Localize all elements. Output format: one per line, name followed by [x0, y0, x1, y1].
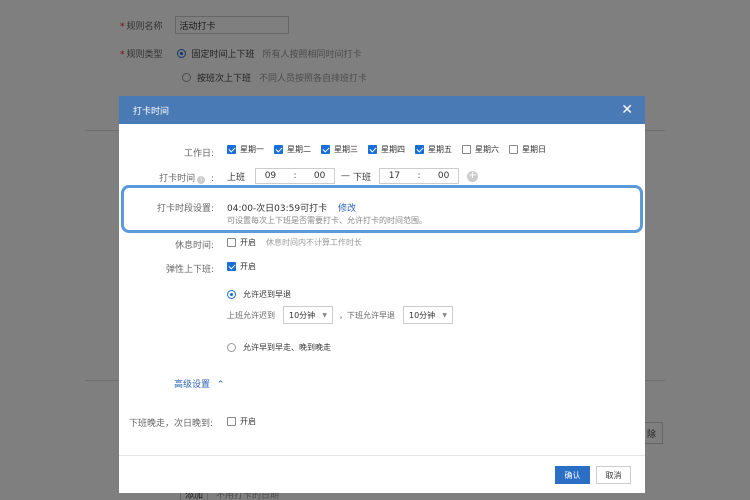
- punch-time-label: 打卡时间: [159, 174, 196, 184]
- allow-late-early-option[interactable]: 允许迟到早退: [227, 289, 291, 300]
- early-value: 10分钟: [409, 310, 436, 320]
- period-edit-link[interactable]: 修改: [338, 204, 356, 214]
- chevron-up-icon: ⌃: [216, 380, 225, 390]
- flex-checkbox[interactable]: 开启: [227, 261, 256, 272]
- rest-label: 休息时间:: [174, 241, 214, 251]
- offwork-toggle-label: 开启: [240, 417, 256, 426]
- offwork-checkbox-box[interactable]: [227, 417, 236, 426]
- early-select[interactable]: 10分钟 ▼: [403, 306, 453, 324]
- flex-checkbox-box[interactable]: [227, 262, 236, 271]
- time-colon: :: [417, 171, 421, 181]
- offwork-label: 下班晚走，次日晚到:: [129, 419, 214, 429]
- punch-time-colon: :: [210, 174, 214, 184]
- weekday-label: 星期三: [334, 145, 358, 154]
- late-value: 10分钟: [289, 310, 316, 320]
- flex-label: 弹性上下班:: [165, 265, 214, 275]
- off-duty-label: 下班: [353, 172, 372, 183]
- punch-time-label-wrap: 打卡时间 i :: [139, 171, 214, 184]
- period-value: 04:00-次日03:59可打卡: [227, 204, 328, 214]
- modal-title: 打卡时间: [133, 106, 170, 117]
- on-hour[interactable]: 09: [265, 171, 276, 181]
- modal-header: 打卡时间 ✕: [119, 96, 645, 124]
- rest-checkbox[interactable]: 开启: [227, 237, 256, 248]
- late-select[interactable]: 10分钟 ▼: [283, 306, 333, 324]
- confirm-button[interactable]: 确认: [555, 466, 590, 484]
- advanced-label: 高级设置: [174, 380, 211, 390]
- weekday-checkbox[interactable]: 星期一: [227, 144, 264, 155]
- weekday-label: 星期日: [522, 145, 546, 154]
- modal-footer: 确认 取消: [119, 455, 645, 493]
- off-duty-time-input[interactable]: 17 : 00: [379, 168, 460, 184]
- weekday-checkbox[interactable]: 星期六: [462, 144, 499, 155]
- on-minute[interactable]: 00: [314, 171, 325, 181]
- allow-early-late-label: 允许早到早走、晚到晚走: [243, 343, 331, 352]
- weekday-checkbox[interactable]: 星期四: [368, 144, 405, 155]
- rest-row: 开启 休息时间内不计算工作时长: [227, 237, 362, 248]
- early-label: ，下班允许早退: [339, 310, 395, 320]
- allow-late-early-label: 允许迟到早退: [243, 290, 291, 299]
- chevron-down-icon: ▼: [322, 311, 327, 319]
- offwork-row: 开启: [227, 416, 266, 429]
- weekday-checkbox-box[interactable]: [227, 145, 236, 154]
- weekday-checkbox-box[interactable]: [509, 145, 518, 154]
- rest-checkbox-box[interactable]: [227, 238, 236, 247]
- weekday-label: 星期五: [428, 145, 452, 154]
- advanced-settings-toggle[interactable]: 高级设置 ⌃: [174, 377, 224, 390]
- on-duty-label: 上班: [227, 172, 246, 183]
- period-description: 可设置每次上下班是否需要打卡、允许打卡的时间范围。: [227, 216, 427, 225]
- allow-late-early-radio[interactable]: [227, 290, 236, 299]
- period-row: 04:00-次日03:59可打卡 修改: [227, 201, 356, 214]
- flex-toggle-label: 开启: [240, 262, 256, 271]
- weekday-checkbox-box[interactable]: [462, 145, 471, 154]
- offwork-checkbox[interactable]: 开启: [227, 416, 256, 427]
- weekday-checkbox-box[interactable]: [415, 145, 424, 154]
- weekday-checkbox-box[interactable]: [321, 145, 330, 154]
- weekday-label: 星期六: [475, 145, 499, 154]
- close-icon[interactable]: ✕: [621, 103, 633, 117]
- late-early-row: 上班允许迟到 10分钟 ▼ ，下班允许早退 10分钟 ▼: [227, 306, 453, 324]
- time-colon: :: [293, 171, 297, 181]
- off-hour[interactable]: 17: [389, 171, 400, 181]
- allow-early-late-radio[interactable]: [227, 343, 236, 352]
- weekday-checkbox-box[interactable]: [368, 145, 377, 154]
- weekday-checkbox-box[interactable]: [274, 145, 283, 154]
- time-dash: —: [341, 171, 351, 181]
- rest-hint: 休息时间内不计算工作时长: [266, 238, 362, 247]
- workday-label: 工作日:: [183, 149, 214, 159]
- late-label: 上班允许迟到: [227, 310, 275, 320]
- cancel-button[interactable]: 取消: [596, 466, 631, 484]
- info-icon: i: [197, 176, 206, 184]
- flex-row: 开启: [227, 261, 266, 274]
- off-minute[interactable]: 00: [438, 171, 449, 181]
- punch-time-modal: 打卡时间 ✕ 工作日: 星期一 星期二 星期三 星期四 星期五 星期六 星期日 打卡时间 i …: [119, 96, 645, 493]
- add-time-icon[interactable]: +: [467, 170, 479, 182]
- weekday-label: 星期一: [240, 145, 264, 154]
- on-duty-time-input[interactable]: 09 : 00: [255, 168, 336, 184]
- weekday-checkbox[interactable]: 星期日: [509, 144, 546, 155]
- weekday-checkbox[interactable]: 星期二: [274, 144, 311, 155]
- weekday-label: 星期四: [381, 145, 405, 154]
- weekday-label: 星期二: [287, 145, 311, 154]
- punch-time-row: 上班 09 : 00 — 下班 17 : 00 +: [227, 168, 479, 184]
- chevron-down-icon: ▼: [442, 311, 447, 319]
- period-label: 打卡时段设置:: [156, 204, 214, 214]
- allow-early-late-option[interactable]: 允许早到早走、晚到晚走: [227, 342, 331, 353]
- weekday-checkbox[interactable]: 星期三: [321, 144, 358, 155]
- workday-checkbox-group: 星期一 星期二 星期三 星期四 星期五 星期六 星期日: [227, 144, 556, 155]
- weekday-checkbox[interactable]: 星期五: [415, 144, 452, 155]
- rest-toggle-label: 开启: [240, 238, 256, 247]
